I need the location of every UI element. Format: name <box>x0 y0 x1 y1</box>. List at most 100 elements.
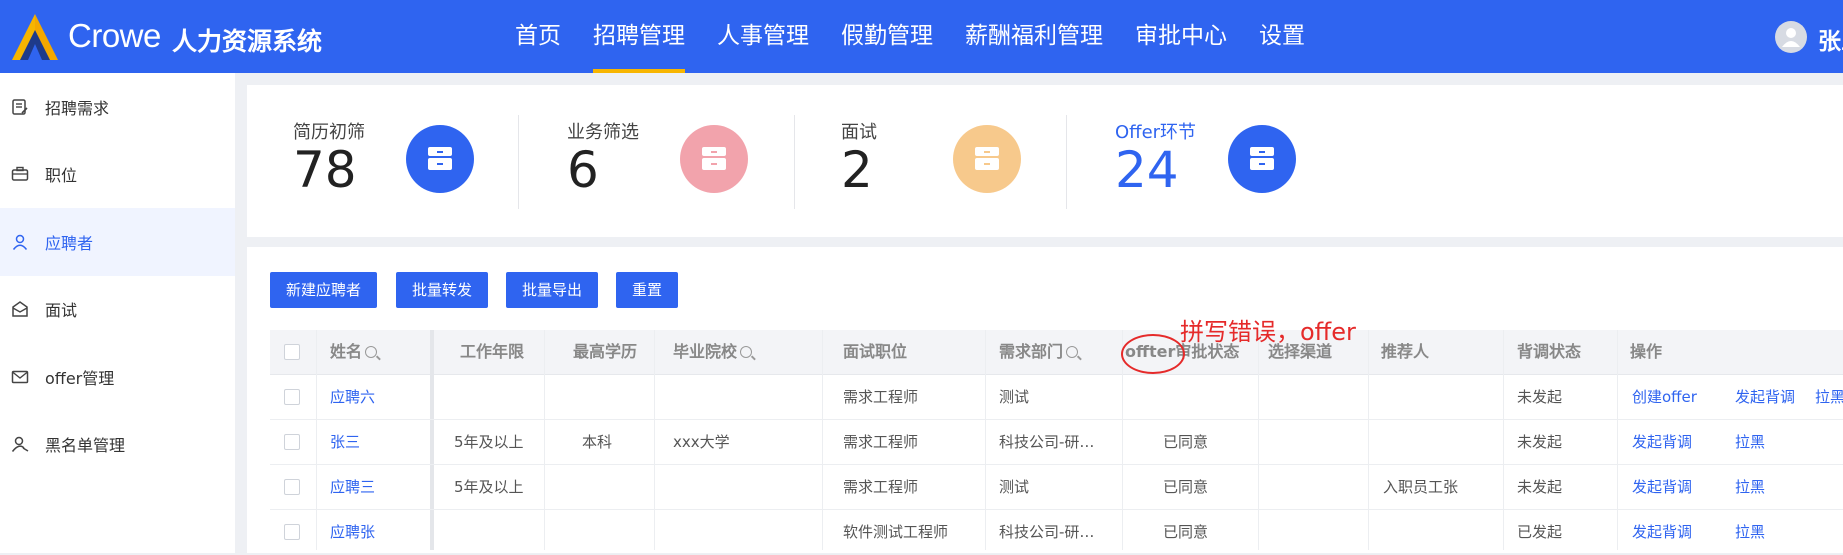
cell-school: xxx大学 <box>673 433 730 451</box>
crowe-logo-icon <box>12 14 58 60</box>
user-icon <box>10 232 30 252</box>
username[interactable]: 张三 <box>1818 22 1843 56</box>
column-label: 毕业院校 <box>673 342 738 361</box>
briefcase-icon <box>10 164 30 184</box>
nav-personnel[interactable]: 人事管理 <box>701 0 825 73</box>
stat-divider <box>1066 115 1067 209</box>
batch-export-button[interactable]: 批量导出 <box>506 272 599 308</box>
table-row: 张三 5年及以上 本科 xxx大学 需求工程师 科技公司-研… 已同意 未发起 … <box>270 420 1843 465</box>
table-row: 应聘六 需求工程师 测试 未发起 创建offer 发起背调 拉黑 <box>270 375 1843 420</box>
cell-background-check: 未发起 <box>1517 388 1563 406</box>
search-icon[interactable] <box>740 346 753 358</box>
mail-open-icon <box>10 299 30 319</box>
blacklist-link[interactable]: 拉黑 <box>1735 465 1765 509</box>
column-actions: 操作 <box>1630 342 1663 361</box>
blacklist-link[interactable]: 拉黑 <box>1815 375 1843 419</box>
cell-position: 需求工程师 <box>843 433 919 451</box>
envelope-icon <box>10 367 30 387</box>
table-header: 姓名 工作年限 最高学历 毕业院校 面试职位 需求部门 offter审批状态 选… <box>270 330 1843 375</box>
select-all-checkbox[interactable] <box>284 344 300 360</box>
row-checkbox[interactable] <box>284 524 300 540</box>
column-background-check: 背调状态 <box>1517 342 1582 361</box>
column-education: 最高学历 <box>573 342 638 361</box>
batch-forward-button[interactable]: 批量转发 <box>396 272 489 308</box>
user-avatar-icon <box>1782 28 1800 47</box>
cell-background-check: 未发起 <box>1517 478 1563 496</box>
stats-panel: 简历初筛 78 业务筛选 6 面试 2 Offer环节 24 <box>247 85 1843 237</box>
start-background-check-link[interactable]: 发起背调 <box>1632 465 1692 509</box>
main-nav: 首页 招聘管理 人事管理 假勤管理 薪酬福利管理 审批中心 设置 <box>499 0 1321 73</box>
cell-position: 软件测试工程师 <box>843 523 949 541</box>
table-row: 应聘张 软件测试工程师 科技公司-研… 已同意 已发起 发起背调 拉黑 <box>270 510 1843 555</box>
sidebar: 招聘需求 职位 应聘者 面试 offer管理 黑名单管理 <box>0 73 235 553</box>
avatar[interactable] <box>1775 21 1807 53</box>
column-referrer: 推荐人 <box>1381 342 1430 361</box>
search-icon[interactable] <box>365 346 378 358</box>
cell-offer-status: 已同意 <box>1163 478 1209 496</box>
row-checkbox[interactable] <box>284 389 300 405</box>
cell-years: 5年及以上 <box>454 478 524 496</box>
cell-department: 测试 <box>999 478 1030 496</box>
document-edit-icon <box>10 97 30 117</box>
system-name: 人力资源系统 <box>172 27 323 56</box>
row-checkbox[interactable] <box>284 479 300 495</box>
stat-divider <box>794 115 795 209</box>
new-applicant-button[interactable]: 新建应聘者 <box>270 272 378 308</box>
nav-approval[interactable]: 审批中心 <box>1119 0 1243 73</box>
start-background-check-link[interactable]: 发起背调 <box>1632 420 1692 464</box>
sidebar-item-label: 招聘需求 <box>45 98 110 118</box>
top-header: Crowe 人力资源系统 首页 招聘管理 人事管理 假勤管理 薪酬福利管理 审批… <box>0 0 1843 73</box>
table-row: 应聘三 5年及以上 需求工程师 测试 已同意 入职员工张 未发起 发起背调 拉黑 <box>270 465 1843 510</box>
create-offer-link[interactable]: 创建offer <box>1632 375 1697 419</box>
blacklist-link[interactable]: 拉黑 <box>1735 510 1765 554</box>
start-background-check-link[interactable]: 发起背调 <box>1735 375 1795 419</box>
nav-attendance[interactable]: 假勤管理 <box>825 0 949 73</box>
column-name[interactable]: 姓名 <box>330 330 378 374</box>
sidebar-item-applicants[interactable]: 应聘者 <box>0 208 235 276</box>
database-icon <box>406 125 474 193</box>
sidebar-item-interviews[interactable]: 面试 <box>0 276 235 344</box>
start-background-check-link[interactable]: 发起背调 <box>1632 510 1692 554</box>
cell-years: 5年及以上 <box>454 433 524 451</box>
applicant-name-link[interactable]: 张三 <box>330 420 360 464</box>
sidebar-item-label: 面试 <box>45 301 78 321</box>
nav-settings[interactable]: 设置 <box>1243 0 1321 73</box>
sidebar-item-label: 黑名单管理 <box>45 436 126 456</box>
nav-compensation[interactable]: 薪酬福利管理 <box>949 0 1119 73</box>
nav-home[interactable]: 首页 <box>499 0 577 73</box>
column-years: 工作年限 <box>460 342 525 361</box>
column-label: 姓名 <box>330 342 363 361</box>
applicants-panel: 新建应聘者 批量转发 批量导出 重置 姓名 工作年限 最高学历 毕业院校 面试职… <box>247 247 1843 555</box>
sidebar-item-label: 职位 <box>45 166 78 186</box>
cell-department: 测试 <box>999 388 1030 406</box>
cell-referrer: 入职员工张 <box>1383 478 1459 496</box>
applicant-name-link[interactable]: 应聘六 <box>330 375 375 419</box>
cell-background-check: 已发起 <box>1517 523 1563 541</box>
cell-offer-status: 已同意 <box>1163 523 1209 541</box>
row-checkbox[interactable] <box>284 434 300 450</box>
reset-button[interactable]: 重置 <box>616 272 679 308</box>
sidebar-item-positions[interactable]: 职位 <box>0 141 235 209</box>
sidebar-item-recruit-needs[interactable]: 招聘需求 <box>0 73 235 141</box>
column-school[interactable]: 毕业院校 <box>673 330 753 374</box>
cell-department: 科技公司-研… <box>999 433 1095 451</box>
annotation-note: 拼写错误，offer <box>1180 318 1356 346</box>
sidebar-item-blacklist[interactable]: 黑名单管理 <box>0 411 235 479</box>
applicant-name-link[interactable]: 应聘张 <box>330 510 375 554</box>
applicant-name-link[interactable]: 应聘三 <box>330 465 375 509</box>
stat-value: 2 <box>841 141 873 199</box>
column-department[interactable]: 需求部门 <box>999 330 1079 374</box>
stat-value: 6 <box>567 141 599 199</box>
column-label: 需求部门 <box>999 342 1064 361</box>
nav-recruitment[interactable]: 招聘管理 <box>577 0 701 73</box>
cell-position: 需求工程师 <box>843 388 919 406</box>
cell-education: 本科 <box>582 433 613 451</box>
column-position: 面试职位 <box>843 342 908 361</box>
search-icon[interactable] <box>1066 346 1079 358</box>
cell-background-check: 未发起 <box>1517 433 1563 451</box>
stat-divider <box>518 115 519 209</box>
brand-name: Crowe <box>68 17 161 54</box>
sidebar-item-offer[interactable]: offer管理 <box>0 343 235 411</box>
cell-offer-status: 已同意 <box>1163 433 1209 451</box>
blacklist-link[interactable]: 拉黑 <box>1735 420 1765 464</box>
